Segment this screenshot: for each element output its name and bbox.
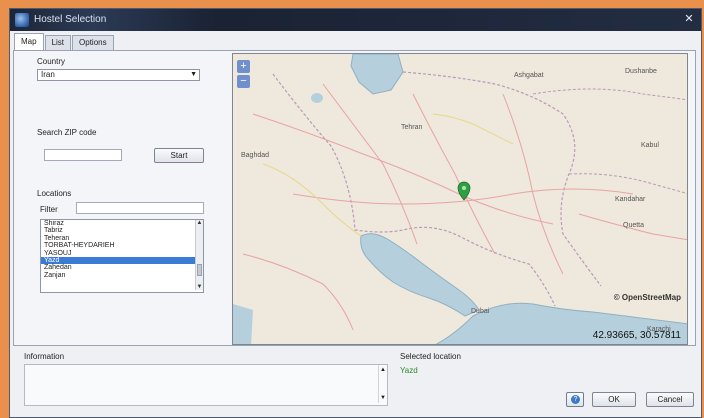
- map-view[interactable]: + − Ashgabat Dushanbe Kabul Kandahar Que…: [232, 53, 688, 345]
- search-zip-label: Search ZIP code: [37, 128, 97, 137]
- information-scrollbar[interactable]: ▲ ▼: [378, 365, 387, 403]
- scroll-up-icon[interactable]: ▲: [380, 367, 386, 373]
- information-label: Information: [24, 352, 65, 361]
- tab-map[interactable]: Map: [14, 33, 44, 50]
- map-label: Baghdad: [241, 152, 270, 159]
- selected-location-label: Selected location: [400, 352, 461, 361]
- list-item[interactable]: YASOUJ: [41, 250, 203, 257]
- cancel-button[interactable]: Cancel: [646, 392, 694, 407]
- list-item[interactable]: Teheran: [41, 235, 203, 242]
- selected-location-value: Yazd: [400, 366, 418, 375]
- map-coordinates: 42.93665, 30.57811: [592, 330, 681, 341]
- filter-input[interactable]: [76, 202, 204, 214]
- map-label: Kabul: [641, 142, 659, 149]
- map-label: Ashgabat: [514, 72, 544, 79]
- list-item[interactable]: TORBAT-HEYDARIEH: [41, 242, 203, 249]
- list-item[interactable]: Shiraz: [41, 220, 203, 227]
- zoom-in-button[interactable]: +: [237, 60, 250, 73]
- country-select[interactable]: Iran ▼: [37, 69, 200, 81]
- window-title: Hostel Selection: [34, 14, 107, 25]
- list-item-selected[interactable]: Yazd: [41, 256, 203, 265]
- zoom-controls: + −: [237, 60, 250, 90]
- list-item[interactable]: Zanjan: [41, 272, 203, 279]
- zoom-out-button[interactable]: −: [237, 75, 250, 88]
- scroll-thumb[interactable]: [197, 264, 202, 276]
- scroll-down-icon[interactable]: ▼: [196, 284, 203, 290]
- map-label: Quetta: [623, 222, 645, 229]
- scroll-up-icon[interactable]: ▲: [196, 220, 203, 226]
- tab-options[interactable]: Options: [72, 35, 114, 50]
- list-item[interactable]: Zahedan: [41, 264, 203, 271]
- start-button[interactable]: Start: [154, 148, 204, 163]
- help-button[interactable]: ?: [566, 392, 584, 407]
- locations-label: Locations: [37, 189, 72, 198]
- filter-label: Filter: [40, 205, 58, 214]
- map-attribution: © OpenStreetMap: [613, 293, 681, 302]
- map-label: Kandahar: [615, 196, 646, 203]
- close-icon[interactable]: ✕: [681, 12, 697, 27]
- zip-code-input[interactable]: [44, 149, 122, 161]
- locations-list[interactable]: Shiraz Tabriz Teheran TORBAT-HEYDARIEH Y…: [40, 219, 204, 293]
- help-icon: ?: [571, 395, 580, 404]
- title-bar[interactable]: Hostel Selection ✕: [10, 9, 701, 31]
- chevron-down-icon[interactable]: ▼: [190, 70, 197, 80]
- scroll-down-icon[interactable]: ▼: [380, 395, 386, 401]
- tab-list[interactable]: List: [44, 35, 72, 50]
- app-icon: [15, 13, 29, 27]
- country-label: Country: [37, 57, 66, 66]
- ok-button[interactable]: OK: [592, 392, 636, 407]
- country-value: Iran: [41, 70, 55, 79]
- tab-bar: Map List Options: [14, 33, 115, 51]
- information-box[interactable]: ▲ ▼: [24, 364, 388, 406]
- list-scrollbar[interactable]: ▲ ▼: [195, 220, 203, 290]
- map-label: Tehran: [401, 124, 423, 131]
- map-label: Dubai: [471, 308, 490, 315]
- map-label: Dushanbe: [625, 68, 657, 75]
- list-item[interactable]: Tabriz: [41, 227, 203, 234]
